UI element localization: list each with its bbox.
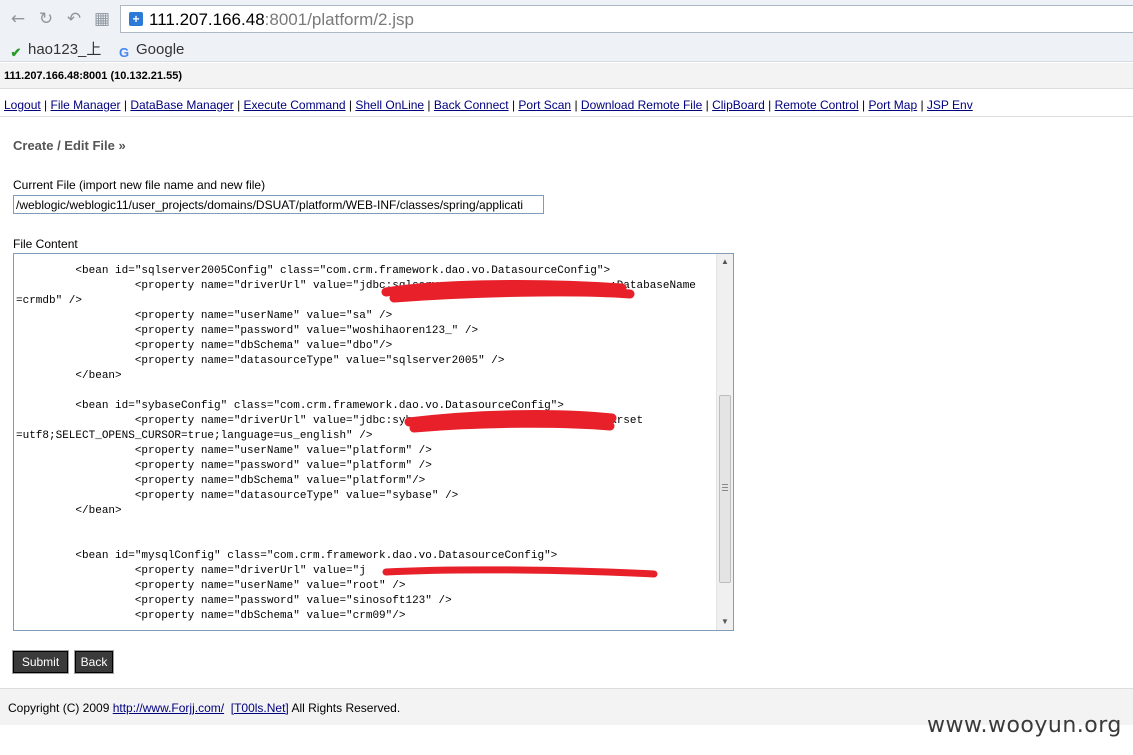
current-file-label: Current File (import new file name and n…: [13, 178, 266, 192]
hao123-icon: ✔: [10, 45, 22, 60]
back-button[interactable]: Back: [74, 650, 114, 674]
undo-icon[interactable]: ↶: [64, 9, 84, 29]
menu-database-manager[interactable]: DataBase Manager: [130, 98, 233, 112]
grid-apps-icon[interactable]: ▦: [92, 9, 112, 29]
scroll-up-icon[interactable]: ▲: [717, 254, 733, 270]
watermark: www.wooyun.org: [927, 713, 1122, 738]
menu-download-remote-file[interactable]: Download Remote File: [581, 98, 702, 112]
menu-remote-control[interactable]: Remote Control: [775, 98, 859, 112]
server-info: 111.207.166.48:8001 (10.132.21.55): [4, 70, 182, 82]
menu-execute-command[interactable]: Execute Command: [244, 98, 346, 112]
footer-text: Copyright (C) 2009 http://www.Forjj.com/…: [8, 701, 401, 715]
menu-shell-online[interactable]: Shell OnLine: [355, 98, 424, 112]
menu-jsp-env[interactable]: JSP Env: [927, 98, 973, 112]
t00ls-link[interactable]: [T00ls.Net]: [231, 701, 289, 715]
file-content-label: File Content: [13, 237, 78, 251]
menu-back-connect[interactable]: Back Connect: [434, 98, 509, 112]
server-info-bar: 111.207.166.48:8001 (10.132.21.55): [0, 63, 1133, 89]
divider: [0, 116, 1133, 117]
back-arrow-icon[interactable]: ←: [8, 9, 28, 29]
bookmark-google[interactable]: G Google: [116, 40, 184, 60]
main-menu: Logout | File Manager | DataBase Manager…: [4, 98, 973, 112]
scroll-down-icon[interactable]: ▼: [717, 614, 733, 630]
forjj-link[interactable]: http://www.Forjj.com/: [113, 701, 224, 715]
file-content-text[interactable]: <bean id="sqlserver2005Config" class="co…: [16, 264, 716, 624]
bookmarks-bar: ✔ hao123_上 G Google: [0, 38, 1133, 62]
menu-port-map[interactable]: Port Map: [868, 98, 917, 112]
menu-clipboard[interactable]: ClipBoard: [712, 98, 765, 112]
file-content-textarea[interactable]: <bean id="sqlserver2005Config" class="co…: [13, 253, 734, 631]
menu-port-scan[interactable]: Port Scan: [518, 98, 571, 112]
submit-button[interactable]: Submit: [12, 650, 69, 674]
grip-icon: [722, 484, 728, 491]
vertical-scrollbar[interactable]: ▲ ▼: [716, 254, 733, 630]
google-icon: G: [118, 45, 130, 60]
section-title: Create / Edit File »: [13, 138, 126, 153]
browser-toolbar: ← ↻ ↶ ▦ + 111.207.166.48:8001/platform/2…: [0, 0, 1133, 38]
menu-file-manager[interactable]: File Manager: [51, 98, 121, 112]
bookmark-label: hao123_上: [28, 41, 102, 58]
scroll-thumb[interactable]: [719, 395, 731, 583]
bookmark-label: Google: [136, 41, 185, 58]
menu-logout[interactable]: Logout: [4, 98, 41, 112]
url-text: 111.207.166.48:8001/platform/2.jsp: [149, 10, 414, 29]
site-security-icon: +: [129, 12, 143, 26]
bookmark-hao123[interactable]: ✔ hao123_上: [8, 40, 102, 60]
current-file-input[interactable]: [13, 195, 544, 214]
refresh-icon[interactable]: ↻: [36, 9, 56, 29]
address-bar[interactable]: + 111.207.166.48:8001/platform/2.jsp: [120, 5, 1133, 33]
